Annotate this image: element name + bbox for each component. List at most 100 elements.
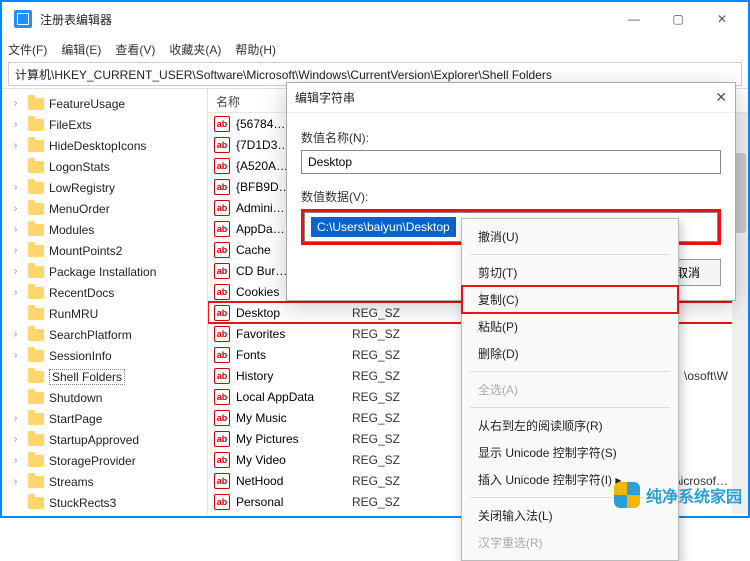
chevron-icon[interactable]: › (14, 182, 17, 193)
chevron-icon[interactable]: › (14, 287, 17, 298)
minimize-button[interactable]: — (612, 4, 656, 34)
value-type: REG_SZ (344, 432, 434, 446)
chevron-icon[interactable]: › (14, 203, 17, 214)
tree-item-streams[interactable]: › Streams (2, 471, 207, 492)
chevron-icon[interactable]: › (14, 266, 17, 277)
string-value-icon: ab (214, 494, 230, 510)
tree-item-label: SearchPlatform (49, 328, 132, 342)
tree-item-label: SessionInfo (49, 349, 112, 363)
tree-item-stuckrects3[interactable]: StuckRects3 (2, 492, 207, 513)
context-item[interactable]: 删除(D) (462, 340, 678, 367)
menu-file[interactable]: 文件(F) (8, 41, 47, 58)
tree-item-menuorder[interactable]: › MenuOrder (2, 198, 207, 219)
chevron-icon[interactable]: › (14, 413, 17, 424)
tree-item-package-installation[interactable]: › Package Installation (2, 261, 207, 282)
tree-item-startupapproved[interactable]: › StartupApproved (2, 429, 207, 450)
dialog-close-icon[interactable]: ✕ (715, 89, 727, 106)
context-item[interactable]: 从右到左的阅读顺序(R) (462, 412, 678, 439)
string-value-icon: ab (214, 179, 230, 195)
chevron-icon[interactable]: › (14, 329, 17, 340)
folder-icon (28, 182, 44, 194)
close-button[interactable]: ✕ (700, 4, 744, 34)
tree-item-mountpoints2[interactable]: › MountPoints2 (2, 240, 207, 261)
titlebar: 注册表编辑器 — ▢ ✕ (2, 2, 748, 36)
value-type: REG_SZ (344, 327, 434, 341)
value-type: REG_SZ (344, 495, 434, 509)
tree-item-storageprovider[interactable]: ›StorageProvider (2, 450, 207, 471)
context-separator (470, 254, 670, 255)
tree-item-modules[interactable]: › Modules (2, 219, 207, 240)
window-title: 注册表编辑器 (40, 11, 612, 28)
tree-item-label: MenuOrder (49, 202, 110, 216)
chevron-icon[interactable]: › (14, 245, 17, 256)
string-value-icon: ab (214, 452, 230, 468)
tree-item-label: FeatureUsage (49, 97, 125, 111)
tree-item-label: Shell Folders (49, 369, 125, 385)
chevron-icon[interactable]: › (14, 455, 17, 466)
chevron-icon[interactable]: › (14, 476, 17, 487)
maximize-button[interactable]: ▢ (656, 4, 700, 34)
value-type: REG_SZ (344, 306, 434, 320)
value-name: Local AppData (236, 390, 314, 404)
tree-item-label: StartPage (49, 412, 102, 426)
menu-edit[interactable]: 编辑(E) (61, 41, 101, 58)
value-name: NetHood (236, 474, 283, 488)
menu-view[interactable]: 查看(V) (115, 41, 155, 58)
tree-item-label: Package Installation (49, 265, 156, 279)
string-value-icon: ab (214, 389, 230, 405)
folder-icon (28, 245, 44, 257)
tree-item-label: Modules (49, 223, 94, 237)
string-value-icon: ab (214, 326, 230, 342)
value-name: Fonts (236, 348, 266, 362)
address-text: 计算机\HKEY_CURRENT_USER\Software\Microsoft… (15, 66, 552, 83)
tree-item-searchplatform[interactable]: › SearchPlatform (2, 324, 207, 345)
context-item[interactable]: 复制(C) (462, 286, 678, 313)
value-name: {7D1D3… (236, 138, 289, 152)
chevron-icon[interactable]: › (14, 119, 17, 130)
context-item[interactable]: 剪切(T) (462, 259, 678, 286)
dialog-title: 编辑字符串 (295, 89, 355, 106)
chevron-icon[interactable]: › (14, 350, 17, 361)
context-item[interactable]: 撤消(U) (462, 223, 678, 250)
tree-item-lowregistry[interactable]: ›LowRegistry (2, 177, 207, 198)
value-name: {56784… (236, 117, 285, 131)
tree-item-shell-folders[interactable]: Shell Folders (2, 366, 207, 387)
regedit-icon (14, 10, 32, 28)
folder-icon (28, 350, 44, 362)
menu-help[interactable]: 帮助(H) (235, 41, 276, 58)
folder-icon (28, 140, 44, 152)
tree-item-recentdocs[interactable]: › RecentDocs (2, 282, 207, 303)
folder-icon (28, 476, 44, 488)
chevron-icon[interactable]: › (14, 224, 17, 235)
chevron-icon[interactable]: › (14, 98, 17, 109)
chevron-icon[interactable]: › (14, 434, 17, 445)
tree-item-featureusage[interactable]: › FeatureUsage (2, 93, 207, 114)
tree-item-hidedesktopicons[interactable]: ›HideDesktopIcons (2, 135, 207, 156)
string-value-icon: ab (214, 431, 230, 447)
tree-item-label: Streams (49, 475, 94, 489)
menu-favorites[interactable]: 收藏夹(A) (169, 41, 221, 58)
chevron-icon[interactable]: › (14, 140, 17, 151)
tree-item-logonstats[interactable]: LogonStats (2, 156, 207, 177)
context-item[interactable]: 粘贴(P) (462, 313, 678, 340)
value-name: CD Bur… (236, 264, 287, 278)
tree-item-label: MountPoints2 (49, 244, 122, 258)
tree-item-tabletmode[interactable]: TabletMode (2, 513, 207, 514)
tree-pane[interactable]: › FeatureUsage ›FileExts›HideDesktopIconsL… (2, 89, 208, 514)
folder-icon (28, 203, 44, 215)
tree-item-shutdown[interactable]: Shutdown (2, 387, 207, 408)
tree-item-label: RecentDocs (49, 286, 114, 300)
tree-item-startpage[interactable]: › StartPage (2, 408, 207, 429)
value-name-input[interactable] (301, 150, 721, 174)
folder-icon (28, 455, 44, 467)
tree-item-fileexts[interactable]: ›FileExts (2, 114, 207, 135)
tree-item-runmru[interactable]: RunMRU (2, 303, 207, 324)
value-type: REG_SZ (344, 390, 434, 404)
tree-item-label: RunMRU (49, 307, 98, 321)
value-data-input[interactable]: C:\Users\baiyun\Desktop (311, 217, 456, 237)
value-name: My Music (236, 411, 287, 425)
tree-item-sessioninfo[interactable]: › SessionInfo (2, 345, 207, 366)
context-item[interactable]: 显示 Unicode 控制字符(S) (462, 439, 678, 466)
tree-item-label: StartupApproved (49, 433, 139, 447)
folder-icon (28, 371, 44, 383)
